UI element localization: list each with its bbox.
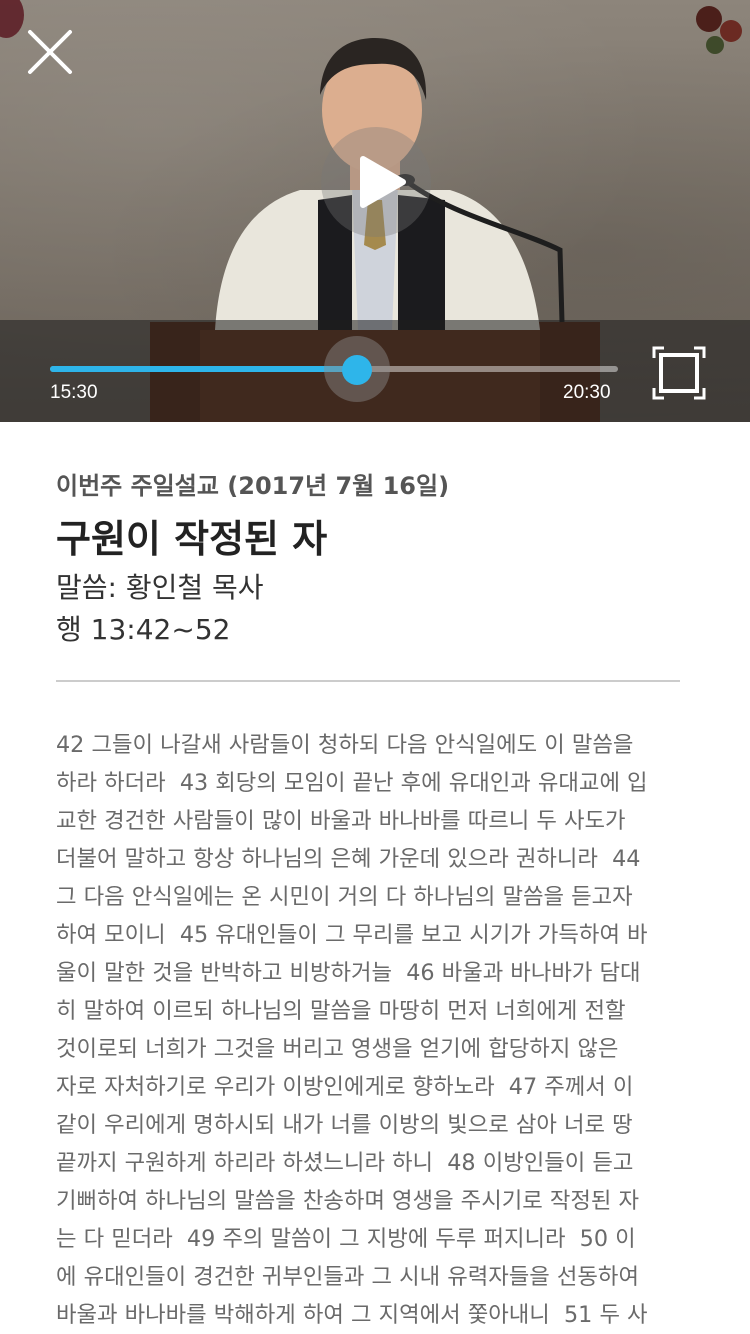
scripture-line: 끝까지 구원하게 하리라 하셨느니라 하니 48 이방인들이 듣고 — [56, 1150, 634, 1176]
close-icon — [28, 30, 72, 74]
scripture-line: 자로 자처하기로 우리가 이방인에게로 향하노라 47 주께서 이 — [56, 1074, 634, 1100]
scripture-line: 교한 경건한 사람들이 많이 바울과 바나바를 따르니 두 사도가 — [56, 808, 626, 834]
player-controls: 15:30 20:30 — [0, 320, 750, 422]
sermon-category: 이번주 주일설교 (2017년 7월 16일) — [56, 472, 450, 500]
fullscreen-button[interactable] — [652, 346, 706, 400]
scripture-line: 하라 하더라 43 회당의 모임이 끝난 후에 유대인과 유대교에 입 — [56, 770, 648, 796]
current-time: 15:30 — [50, 382, 98, 403]
scripture-line: 히 말하여 이르되 하나님의 말씀을 마땅히 먼저 너희에게 전할 — [56, 998, 626, 1024]
scripture-line: 42 그들이 나갈새 사람들이 청하되 다음 안식일에도 이 말씀을 — [56, 732, 634, 758]
sermon-title: 구원이 작정된 자 — [56, 517, 328, 561]
scripture-line: 것이로되 너희가 그것을 버리고 영생을 얻기에 합당하지 않은 — [56, 1036, 619, 1062]
play-icon — [360, 156, 406, 208]
close-button[interactable] — [22, 24, 78, 80]
scripture-line: 기뻐하여 하나님의 말씀을 찬송하며 영생을 주시기로 작정된 자 — [56, 1188, 639, 1214]
scripture-text: 42 그들이 나갈새 사람들이 청하되 다음 안식일에도 이 말씀을하라 하더라… — [56, 726, 696, 1334]
progress-fill — [50, 366, 357, 372]
verse-reference: 행 13:42~52 — [56, 613, 231, 646]
scripture-line: 울이 말한 것을 반박하고 비방하거늘 46 바울과 바나바가 담대 — [56, 960, 641, 986]
scripture-line: 는 다 믿더라 49 주의 말씀이 그 지방에 두루 퍼지니라 50 이 — [56, 1226, 636, 1252]
video-player[interactable]: 15:30 20:30 — [0, 0, 750, 422]
scripture-line: 같이 우리에게 명하시되 내가 너를 이방의 빛으로 삼아 너로 땅 — [56, 1112, 633, 1138]
scripture-line: 그 다음 안식일에는 온 시민이 거의 다 하나님의 말씀을 듣고자 — [56, 884, 633, 910]
progress-knob[interactable] — [341, 355, 372, 385]
scripture-line: 더불어 말하고 항상 하나님의 은혜 가운데 있으라 권하니라 44 — [56, 846, 641, 872]
total-time: 20:30 — [563, 382, 611, 403]
scripture-line: 에 유대인들이 경건한 귀부인들과 그 시내 유력자들을 선동하여 — [56, 1264, 639, 1290]
scripture-line: 바울과 바나바를 박해하게 하여 그 지역에서 쫓아내니 51 두 사 — [56, 1302, 648, 1328]
fullscreen-icon — [652, 346, 706, 400]
divider — [56, 680, 680, 682]
sermon-preacher: 말씀: 황인철 목사 — [56, 571, 264, 604]
scripture-line: 하여 모이니 45 유대인들이 그 무리를 보고 시기가 가득하여 바 — [56, 922, 648, 948]
play-button[interactable] — [321, 127, 431, 237]
